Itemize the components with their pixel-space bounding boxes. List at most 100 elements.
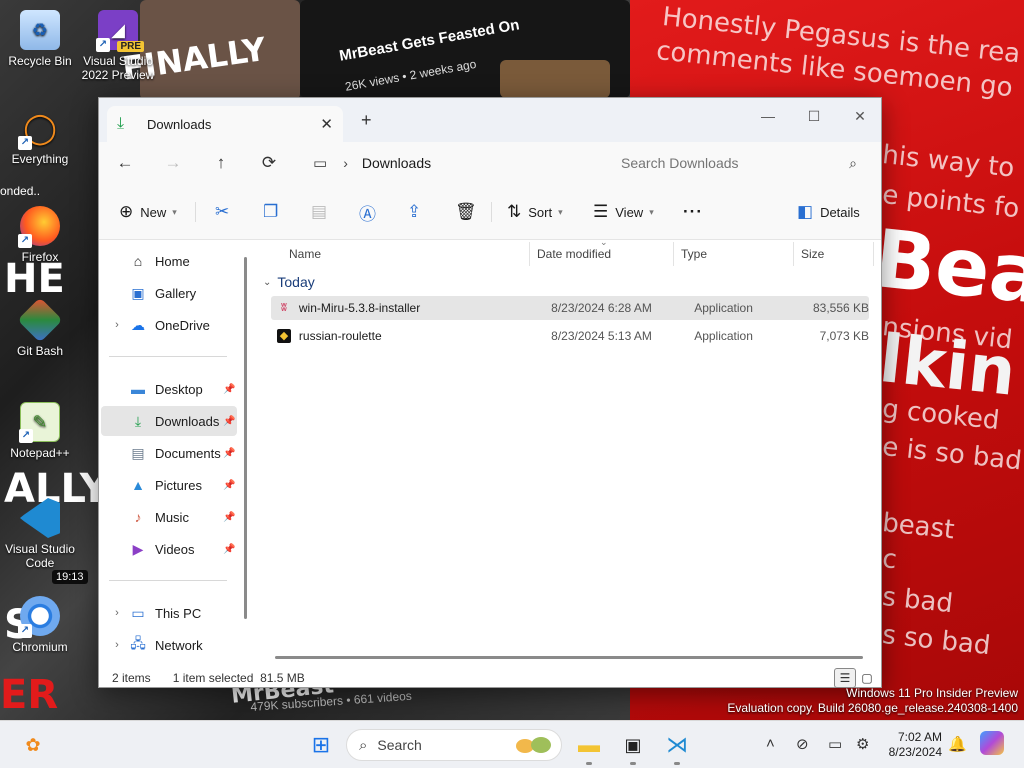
share-button[interactable]: ⇪ (407, 200, 428, 224)
column-header-size[interactable]: Size (801, 240, 824, 268)
sidebar-item-this-pc[interactable]: › ▭ This PC (101, 598, 237, 628)
copilot-button[interactable] (980, 731, 1004, 755)
navigation-pane: ⌂ Home ▣ Gallery › ☁ OneDrive ▬ Desktop 📌… (99, 240, 247, 668)
sidebar-item-pictures[interactable]: ▲ Pictures 📌 (101, 470, 237, 500)
sidebar-item-videos[interactable]: ▶ Videos 📌 (101, 534, 237, 564)
wallpaper-left-word: onded.. (0, 184, 41, 198)
desktop-icon-vscode[interactable]: Visual Studio Code (0, 498, 80, 570)
desktop-icon-everything[interactable]: ◯ ↗ Everything (0, 108, 80, 167)
desktop-icon-recycle-bin[interactable]: ♻ Recycle Bin (0, 10, 80, 68)
chevron-right-icon[interactable]: › (107, 639, 127, 651)
desktop-icon-firefox[interactable]: ↗ Firefox (0, 206, 80, 264)
chevron-up-icon: ˄ (766, 735, 775, 752)
sidebar-item-desktop[interactable]: ▬ Desktop 📌 (101, 374, 237, 404)
wallpaper-video-thumb (500, 60, 610, 98)
desktop-icon-chromium[interactable]: ↗ Chromium (0, 596, 80, 654)
sidebar-item-onedrive[interactable]: › ☁ OneDrive (101, 310, 237, 340)
column-divider[interactable] (793, 242, 794, 266)
command-bar: ⊕ New ▾ ✂ ❐ ▤ Ⓐ ⇪ 🗑 ⇅ Sort ▾ ☰ View ▾ ··… (99, 184, 881, 240)
chevron-right-icon[interactable]: › (343, 155, 348, 171)
group-header-today[interactable]: ⌄ Today (263, 274, 315, 290)
display-tray-button[interactable]: ▭ (828, 735, 842, 753)
miru-app-icon: ʬ (280, 302, 287, 314)
paste-button[interactable]: ▤ (311, 200, 334, 224)
widgets-icon: ✿ (25, 734, 41, 755)
notifications-button[interactable]: 🔔 (948, 735, 967, 753)
chevron-down-icon[interactable]: ⌄ (263, 277, 271, 288)
tiles-view-toggle[interactable]: ▢ (856, 668, 878, 688)
rename-icon: Ⓐ (359, 204, 376, 224)
network-tray-button[interactable]: ⊘ (796, 735, 809, 753)
details-label: Details (820, 204, 860, 220)
forward-button[interactable]: → (161, 151, 185, 175)
delete-button[interactable]: 🗑 (455, 200, 484, 224)
new-tab-button[interactable]: + (361, 110, 372, 131)
address-bar[interactable]: ▭ › Downloads (301, 147, 597, 179)
close-tab-icon[interactable]: ✕ (320, 115, 333, 133)
back-button[interactable]: ← (113, 151, 137, 175)
desktop-icon-notepadpp[interactable]: ✎ ↗ Notepad++ (0, 402, 80, 460)
more-options-button[interactable]: ··· (683, 200, 710, 224)
terminal-taskbar-button[interactable]: ▣ (616, 729, 650, 765)
tab-downloads[interactable]: ⤓ Downloads ✕ (107, 106, 343, 142)
onedrive-icon: ☁ (131, 316, 145, 333)
recycle-bin-icon: ♻ (20, 10, 60, 50)
file-explorer-taskbar-button[interactable]: ▬ (572, 729, 606, 765)
up-button[interactable]: ↑ (209, 151, 233, 175)
details-pane-button[interactable]: ◧ Details (797, 200, 860, 224)
sidebar-item-network[interactable]: › 🖧 Network (101, 630, 237, 660)
cut-button[interactable]: ✂ (215, 200, 236, 224)
pictures-folder-icon: ▲ (131, 477, 145, 493)
refresh-button[interactable]: ⟳ (257, 151, 281, 175)
copy-button[interactable]: ❐ (263, 200, 285, 224)
column-divider[interactable] (673, 242, 674, 266)
column-divider[interactable] (529, 242, 530, 266)
sidebar-item-label: Music (155, 509, 189, 525)
horizontal-scrollbar[interactable] (275, 656, 863, 659)
start-button[interactable]: ⊞ (304, 729, 338, 761)
close-window-button[interactable]: ✕ (837, 102, 883, 130)
sidebar-divider (109, 580, 227, 581)
pin-icon: 📌 (223, 543, 236, 555)
table-row[interactable]: ʬ win-Miru-5.3.8-installer 8/23/2024 6:2… (271, 296, 869, 320)
taskbar-search[interactable]: ⌕ Search (346, 729, 562, 761)
desktop-icon-git-bash[interactable]: Git Bash (0, 297, 80, 358)
maximize-button[interactable]: ☐ (791, 102, 837, 130)
breadcrumb-downloads[interactable]: Downloads (362, 155, 431, 171)
desktop-icon-visual-studio-preview[interactable]: ◢ ↗ PRE Visual Studio 2022 Preview (78, 10, 158, 82)
chevron-right-icon[interactable]: › (107, 607, 127, 619)
search-input[interactable] (621, 155, 850, 171)
desktop-icon-label: Visual Studio Code (5, 542, 75, 570)
minimize-button[interactable]: — (745, 102, 791, 130)
desktop-icon-label: Chromium (12, 640, 68, 654)
sidebar-item-home[interactable]: ⌂ Home (101, 246, 237, 276)
column-divider[interactable] (873, 242, 874, 266)
rename-button[interactable]: Ⓐ (359, 200, 383, 224)
view-button[interactable]: ☰ View ▾ (593, 200, 654, 224)
column-header-name[interactable]: Name (289, 240, 321, 268)
sidebar-item-music[interactable]: ♪ Music 📌 (101, 502, 237, 532)
taskbar-clock[interactable]: 7:02 AM 8/23/2024 (880, 730, 942, 760)
firefox-icon: ↗ (18, 206, 60, 248)
trash-icon: 🗑 (455, 202, 477, 221)
wallpaper-duration-badge: 19:13 (52, 570, 88, 584)
sidebar-scrollbar[interactable] (244, 257, 247, 619)
vscode-taskbar-button[interactable]: ⋊ (660, 729, 694, 765)
column-header-type[interactable]: Type (681, 240, 707, 268)
everything-search-icon: ◯ ↗ (18, 108, 60, 150)
chevron-right-icon[interactable]: › (107, 319, 127, 331)
show-hidden-icons-button[interactable]: ˄ (766, 735, 775, 752)
roulette-app-icon: ◆ (277, 329, 291, 343)
file-list: Name Date modified ⌄ Type Size ⌄ Today ʬ… (255, 237, 881, 668)
pin-icon: 📌 (223, 511, 236, 523)
sort-button[interactable]: ⇅ Sort ▾ (507, 200, 563, 224)
sidebar-item-downloads[interactable]: ⤓ Downloads 📌 (101, 406, 237, 436)
table-row[interactable]: ◆ russian-roulette 8/23/2024 5:13 AM App… (271, 324, 869, 348)
details-view-toggle[interactable]: ☰ (834, 668, 856, 688)
sidebar-item-documents[interactable]: ▤ Documents 📌 (101, 438, 237, 468)
quick-settings-button[interactable]: ⚙ (856, 735, 869, 753)
sidebar-item-gallery[interactable]: ▣ Gallery (101, 278, 237, 308)
new-button[interactable]: ⊕ New ▾ (119, 200, 177, 224)
widgets-button[interactable]: ✿ (16, 729, 50, 761)
search-box[interactable]: ⌕ (607, 147, 871, 179)
